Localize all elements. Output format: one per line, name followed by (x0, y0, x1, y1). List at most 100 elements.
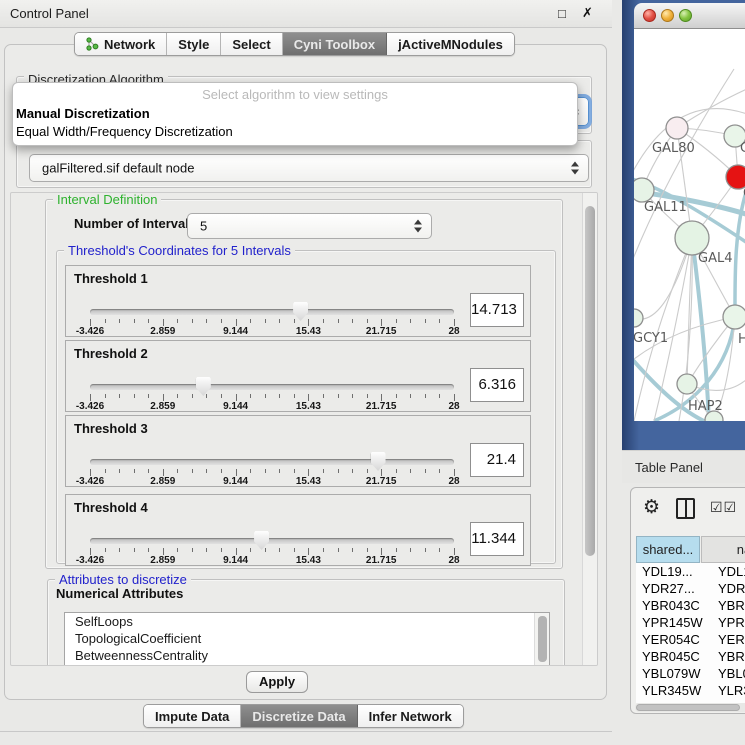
slider-track[interactable] (90, 459, 454, 465)
network-node-label: GAL80 (652, 141, 695, 156)
numerical-attributes-label: Numerical Attributes (56, 586, 183, 601)
minimize-traffic-light-icon[interactable] (661, 9, 674, 22)
threshold-label: Threshold 3 (74, 421, 148, 436)
threshold-value-box[interactable]: 6.316 (470, 368, 524, 402)
tick-mark (250, 319, 251, 323)
network-node[interactable] (634, 309, 643, 327)
table-row[interactable]: YER054CYER0 (636, 631, 745, 648)
apply-button[interactable]: Apply (246, 671, 308, 693)
tick-mark (381, 319, 382, 326)
tick-mark (192, 548, 193, 552)
tick-mark (134, 469, 135, 473)
algorithm-option-manual-discretization[interactable]: Manual Discretization (16, 106, 150, 121)
network-node[interactable] (677, 374, 697, 394)
tick-mark (250, 469, 251, 473)
slider-track[interactable] (90, 309, 454, 315)
table-row[interactable]: YBR043CYBR0 (636, 597, 745, 614)
cell-name: YER0 (718, 631, 745, 648)
tab-discretize-data[interactable]: Discretize Data (241, 705, 357, 727)
tick-mark (192, 394, 193, 398)
network-node[interactable] (666, 117, 688, 139)
number-of-intervals-label: Number of Intervals (74, 216, 196, 231)
tick-label: 15.43 (296, 476, 321, 487)
threshold-slider[interactable]: -3.4262.8599.14415.4321.71528 (90, 451, 454, 485)
close-traffic-light-icon[interactable] (643, 9, 656, 22)
numerical-attributes-list[interactable]: SelfLoopsTopologicalCoefficientBetweenne… (64, 612, 550, 666)
slider-tick-labels: -3.4262.8599.14415.4321.71528 (90, 555, 454, 566)
cell-shared-name: YPR145W (642, 614, 703, 631)
tick-mark (338, 319, 339, 323)
number-of-intervals-combo[interactable]: 5 (187, 213, 432, 239)
combo-stepper-icon[interactable] (414, 220, 423, 233)
tick-label: 9.144 (223, 401, 248, 412)
tick-mark (105, 548, 106, 552)
checkbox-pair-icon[interactable]: ☑☑ (710, 499, 737, 516)
settings-vertical-scrollbar[interactable] (582, 193, 597, 665)
tick-mark (381, 469, 382, 476)
tab-label: Select (232, 37, 270, 52)
close-icon[interactable]: ✗ (582, 5, 593, 21)
tick-mark (396, 469, 397, 473)
attributes-scrollbar[interactable] (534, 613, 549, 666)
gear-icon[interactable]: ⚙ (643, 496, 660, 519)
table-row[interactable]: YDR27...YDR2 (636, 580, 745, 597)
cell-name: YPR1 (718, 614, 745, 631)
network-node[interactable] (723, 305, 745, 329)
table-panel-title: Table Panel (635, 460, 703, 475)
table-row[interactable]: YBR045CYBR0 (636, 648, 745, 665)
zoom-traffic-light-icon[interactable] (679, 9, 692, 22)
attribute-item-betweennesscentrality[interactable]: BetweennessCentrality (65, 647, 549, 664)
cell-name: YBR0 (718, 648, 745, 665)
tick-mark (308, 319, 309, 326)
tick-mark (294, 548, 295, 552)
threshold-value-box[interactable]: 14.713 (470, 293, 524, 327)
table-row[interactable]: YBL079WYBL0 (636, 665, 745, 682)
algorithm-option-equal-width-frequency-discretization[interactable]: Equal Width/Frequency Discretization (16, 124, 233, 139)
threshold-box-4: Threshold 4-3.4262.8599.14415.4321.71528… (65, 494, 531, 566)
tab-cyni-toolbox[interactable]: Cyni Toolbox (283, 33, 387, 55)
threshold-slider[interactable]: -3.4262.8599.14415.4321.71528 (90, 301, 454, 335)
tab-impute-data[interactable]: Impute Data (144, 705, 241, 727)
table-row[interactable]: YDL19...YDL1 (636, 563, 745, 580)
tick-mark (148, 548, 149, 552)
slider-track[interactable] (90, 384, 454, 390)
tab-style[interactable]: Style (167, 33, 221, 55)
table-rows[interactable]: YDL19...YDL1YDR27...YDR2YBR043CYBR0YPR14… (636, 563, 745, 703)
scrollbar-thumb[interactable] (585, 206, 595, 556)
tick-mark (352, 394, 353, 398)
scrollbar-thumb[interactable] (636, 704, 740, 711)
tab-jactivemnodules[interactable]: jActiveMNodules (387, 33, 514, 55)
attribute-item-selfloops[interactable]: SelfLoops (65, 613, 549, 630)
combo-stepper-icon[interactable] (571, 162, 580, 175)
split-columns-icon[interactable] (676, 498, 695, 519)
tick-mark (265, 319, 266, 323)
table-row[interactable]: YLR345WYLR3 (636, 682, 745, 699)
network-canvas[interactable]: GAL80GACGAL11GAL4GCY1HHAP2 (634, 29, 745, 421)
tick-mark (163, 469, 164, 476)
tick-mark (221, 319, 222, 323)
table-row[interactable]: YPR145W YPR1 (636, 614, 745, 631)
tab-network[interactable]: Network (75, 33, 167, 55)
table-data-combo[interactable]: galFiltered.sif default node (29, 154, 589, 182)
tick-mark (367, 469, 368, 473)
attribute-item-topologicalcoefficient[interactable]: TopologicalCoefficient (65, 630, 549, 647)
cell-shared-name: YBL079W (642, 665, 701, 682)
table-horizontal-scrollbar[interactable] (635, 703, 745, 712)
tab-infer-network[interactable]: Infer Network (358, 705, 463, 727)
tab-select[interactable]: Select (221, 33, 282, 55)
tick-mark (265, 469, 266, 473)
network-node-label: HAP2 (688, 399, 723, 414)
network-node[interactable] (634, 178, 654, 202)
network-node[interactable] (675, 221, 709, 255)
tab-label: Discretize Data (252, 709, 345, 724)
threshold-value-box[interactable]: 21.4 (470, 443, 524, 477)
float-window-icon[interactable]: □ (558, 6, 566, 21)
column-header-shared[interactable]: shared... (636, 536, 700, 563)
threshold-slider[interactable]: -3.4262.8599.14415.4321.71528 (90, 376, 454, 410)
network-node-label: GCY1 (634, 331, 668, 346)
threshold-value-box[interactable]: 11.344 (470, 522, 524, 556)
scrollbar-thumb[interactable] (538, 616, 547, 662)
slider-track[interactable] (90, 538, 454, 544)
threshold-slider[interactable]: -3.4262.8599.14415.4321.71528 (90, 530, 454, 564)
column-header-name[interactable]: na (701, 536, 745, 563)
